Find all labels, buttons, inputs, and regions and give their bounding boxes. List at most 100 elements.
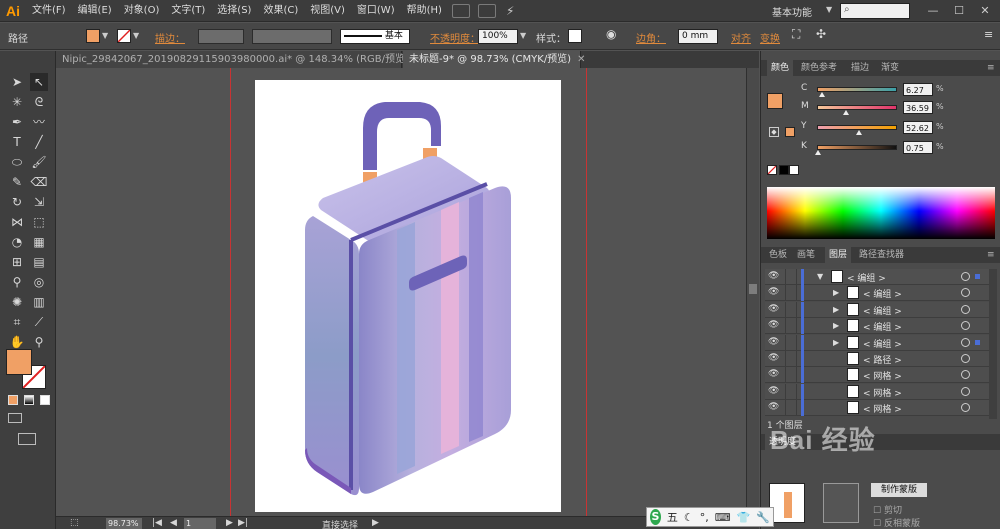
lock-toggle[interactable] xyxy=(785,269,797,284)
layer-name[interactable]: < 路径 > xyxy=(863,353,902,366)
layer-name[interactable]: < 编组 > xyxy=(863,304,902,317)
stroke-color-swatch[interactable] xyxy=(117,29,131,43)
chevron-right-icon[interactable]: ▶ xyxy=(372,518,379,528)
isolate-icon[interactable]: ⛶ xyxy=(792,27,800,42)
tab-document-1[interactable]: Nipic_29842067_20190829115903980000.ai* … xyxy=(56,51,423,68)
rotate-tool-icon[interactable]: ↻ xyxy=(8,193,26,211)
width-tool-icon[interactable]: ⋈ xyxy=(8,213,26,231)
target-icon[interactable] xyxy=(961,288,970,298)
slider-track[interactable] xyxy=(817,87,897,92)
layer-name[interactable]: < 编组 > xyxy=(863,287,902,300)
ime-mode-label[interactable]: 五 xyxy=(667,509,678,525)
free-transform-tool-icon[interactable]: ⬚ xyxy=(30,213,48,231)
layer-name[interactable]: < 网格 > xyxy=(863,402,902,415)
eye-icon[interactable]: 👁 xyxy=(768,337,780,348)
paintbrush-tool-icon[interactable]: 🖌 xyxy=(30,153,48,171)
menu-type[interactable]: 文字(T) xyxy=(165,0,211,22)
maximize-button[interactable]: ☐ xyxy=(948,4,970,18)
lasso-tool-icon[interactable]: ᘓ xyxy=(30,93,48,111)
layer-name[interactable]: < 编组 > xyxy=(863,337,902,350)
layer-name[interactable]: < 编组 > xyxy=(847,271,886,284)
slider-track[interactable] xyxy=(817,145,897,150)
panel-menu-icon[interactable]: ≡ xyxy=(983,60,999,76)
tools-icon[interactable]: 🔧 xyxy=(756,511,770,524)
none-mode-icon[interactable] xyxy=(40,395,50,405)
ime-toolbar[interactable]: S 五 ☾ °, ⌨ 👕 🔧 xyxy=(646,507,774,527)
invert-mask-checkbox[interactable]: ☐ 反相蒙版 xyxy=(873,516,920,529)
layer-row[interactable]: 👁 ▶ < 编组 > xyxy=(765,318,991,335)
arrange-documents-icon[interactable] xyxy=(477,3,496,18)
tab-pathfinder[interactable]: 路径查找器 xyxy=(855,247,908,263)
fill-color-box-front[interactable] xyxy=(6,349,32,375)
tab-color-guide[interactable]: 颜色参考 xyxy=(797,60,841,76)
page-number-field[interactable]: 1 xyxy=(184,518,216,529)
menu-select[interactable]: 选择(S) xyxy=(211,0,257,22)
expand-toggle-icon[interactable]: ▶ xyxy=(833,321,839,330)
expand-toggle-icon[interactable]: ▼ xyxy=(817,272,823,281)
expand-toggle-icon[interactable]: ▶ xyxy=(833,338,839,347)
lock-toggle[interactable] xyxy=(785,318,797,334)
eye-icon[interactable]: 👁 xyxy=(768,402,780,413)
zoom-icon[interactable]: ⬚ xyxy=(70,518,79,528)
layer-name[interactable]: < 网格 > xyxy=(863,386,902,399)
layer-row[interactable]: 👁 ▶ < 编组 > xyxy=(765,334,991,351)
graphic-style-swatch[interactable] xyxy=(568,29,582,43)
target-icon[interactable] xyxy=(961,272,970,281)
column-graph-tool-icon[interactable]: ▥ xyxy=(30,293,48,311)
layer-row[interactable]: 👁 ▶ < 编组 > xyxy=(765,285,991,302)
bridge-icon[interactable] xyxy=(451,3,470,18)
transparency-thumbnail[interactable] xyxy=(769,483,805,523)
layer-row[interactable]: 👁 < 网格 > xyxy=(765,400,991,417)
tab-swatches[interactable]: 色板 xyxy=(765,247,791,263)
lock-toggle[interactable] xyxy=(785,285,797,301)
color-mode-icon[interactable] xyxy=(8,395,18,405)
lock-toggle[interactable] xyxy=(785,301,797,317)
slider-track[interactable] xyxy=(817,105,897,110)
keyboard-icon[interactable]: ⌨ xyxy=(715,511,731,524)
align-label[interactable]: 对齐 xyxy=(731,30,751,45)
lock-toggle[interactable] xyxy=(785,351,797,366)
slider-knob[interactable] xyxy=(819,92,826,97)
menu-help[interactable]: 帮助(H) xyxy=(401,0,448,22)
pencil-tool-icon[interactable]: ✎ xyxy=(8,173,26,191)
lock-toggle[interactable] xyxy=(785,383,797,399)
target-icon[interactable] xyxy=(961,386,970,396)
gradient-tool-icon[interactable]: ▤ xyxy=(30,253,48,271)
eye-icon[interactable]: 👁 xyxy=(768,287,780,298)
magic-wand-tool-icon[interactable]: ✳ xyxy=(8,93,26,111)
artboard-tool-icon[interactable]: ⌗ xyxy=(8,313,26,331)
symbol-sprayer-tool-icon[interactable]: ✺ xyxy=(8,293,26,311)
layer-row[interactable]: 👁 < 网格 > xyxy=(765,383,991,400)
recolor-icon[interactable]: ◉ xyxy=(606,27,616,41)
canvas[interactable] xyxy=(56,68,746,516)
zoom-tool-icon[interactable]: ⚲ xyxy=(30,333,48,351)
minimize-button[interactable]: — xyxy=(922,4,944,18)
opacity-field[interactable]: 100% xyxy=(478,29,518,44)
layer-row[interactable]: 👁 ▶ < 编组 > xyxy=(765,301,991,318)
slider-knob[interactable] xyxy=(843,110,850,115)
eye-icon[interactable]: 👁 xyxy=(768,304,780,315)
screen-mode-icon[interactable] xyxy=(18,433,36,445)
first-page-icon[interactable]: |◀ xyxy=(152,518,162,528)
menu-effect[interactable]: 效果(C) xyxy=(257,0,304,22)
tab-brushes[interactable]: 画笔 xyxy=(793,247,819,263)
gpu-performance-icon[interactable]: ⚡ xyxy=(506,4,514,18)
eye-icon[interactable]: 👁 xyxy=(768,369,780,380)
pen-tool-icon[interactable]: ✒ xyxy=(8,113,26,131)
chevron-down-icon[interactable]: ▼ xyxy=(102,31,111,42)
target-icon[interactable] xyxy=(961,370,970,380)
perspective-grid-tool-icon[interactable]: ▦ xyxy=(30,233,48,251)
channel-value-field[interactable]: 6.27 xyxy=(903,83,933,96)
make-mask-button[interactable]: 制作蒙版 xyxy=(871,483,927,497)
opacity-label[interactable]: 不透明度： xyxy=(430,30,480,45)
type-tool-icon[interactable]: T xyxy=(8,133,26,151)
mesh-tool-icon[interactable]: ⊞ xyxy=(8,253,26,271)
channel-value-field[interactable]: 36.59 xyxy=(903,101,933,114)
eyedropper-tool-icon[interactable]: ⚲ xyxy=(8,273,26,291)
skin-icon[interactable]: 👕 xyxy=(737,511,751,524)
tab-color[interactable]: 颜色 xyxy=(767,60,794,76)
layer-name[interactable]: < 编组 > xyxy=(863,320,902,333)
corner-label[interactable]: 边角： xyxy=(636,30,666,45)
grid-options-icon[interactable]: ✣ xyxy=(816,27,826,41)
color-fill-box[interactable] xyxy=(767,93,783,109)
